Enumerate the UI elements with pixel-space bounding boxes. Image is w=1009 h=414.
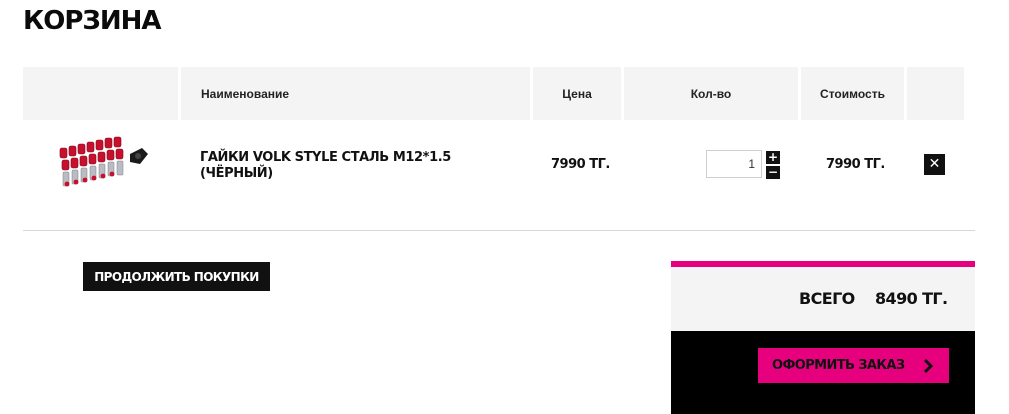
header-cost: Стоимость	[801, 67, 904, 120]
minus-icon[interactable]: −	[766, 166, 780, 179]
header-price: Цена	[533, 67, 621, 120]
plus-icon[interactable]: +	[766, 151, 780, 164]
quantity-input[interactable]	[706, 150, 762, 178]
order-summary: ВСЕГО 8490 ТГ. ОФОРМИТЬ ЗАКАЗ	[671, 261, 975, 414]
close-icon[interactable]: ✕	[924, 154, 945, 175]
checkout-button[interactable]: ОФОРМИТЬ ЗАКАЗ	[758, 348, 949, 383]
header-name: Наименование	[181, 67, 530, 120]
divider	[23, 230, 975, 231]
summary-total: ВСЕГО 8490 ТГ.	[671, 267, 975, 331]
header-remove-cell	[907, 67, 964, 120]
total-label: ВСЕГО	[799, 289, 855, 308]
header-quantity: Кол-во	[624, 67, 798, 120]
page-title: КОРЗИНА	[23, 6, 162, 36]
header-image-cell	[23, 67, 178, 120]
product-image[interactable]	[52, 134, 152, 196]
checkout-button-label: ОФОРМИТЬ ЗАКАЗ	[772, 358, 905, 373]
total-value: 8490 ТГ.	[875, 289, 948, 308]
product-name[interactable]: ГАЙКИ VOLK STYLE СТАЛЬ M12*1.5 (ЧЁРНЫЙ)	[200, 150, 460, 182]
chevron-right-icon	[923, 358, 934, 374]
cart-table-header: Наименование Цена Кол-во Стоимость	[0, 67, 1009, 120]
continue-shopping-button[interactable]: ПРОДОЛЖИТЬ ПОКУПКИ	[83, 262, 270, 291]
unit-price: 7990 ТГ.	[551, 157, 610, 172]
cart-row	[0, 120, 1009, 230]
checkout-panel: ОФОРМИТЬ ЗАКАЗ	[671, 331, 975, 414]
line-total: 7990 ТГ.	[826, 157, 885, 172]
